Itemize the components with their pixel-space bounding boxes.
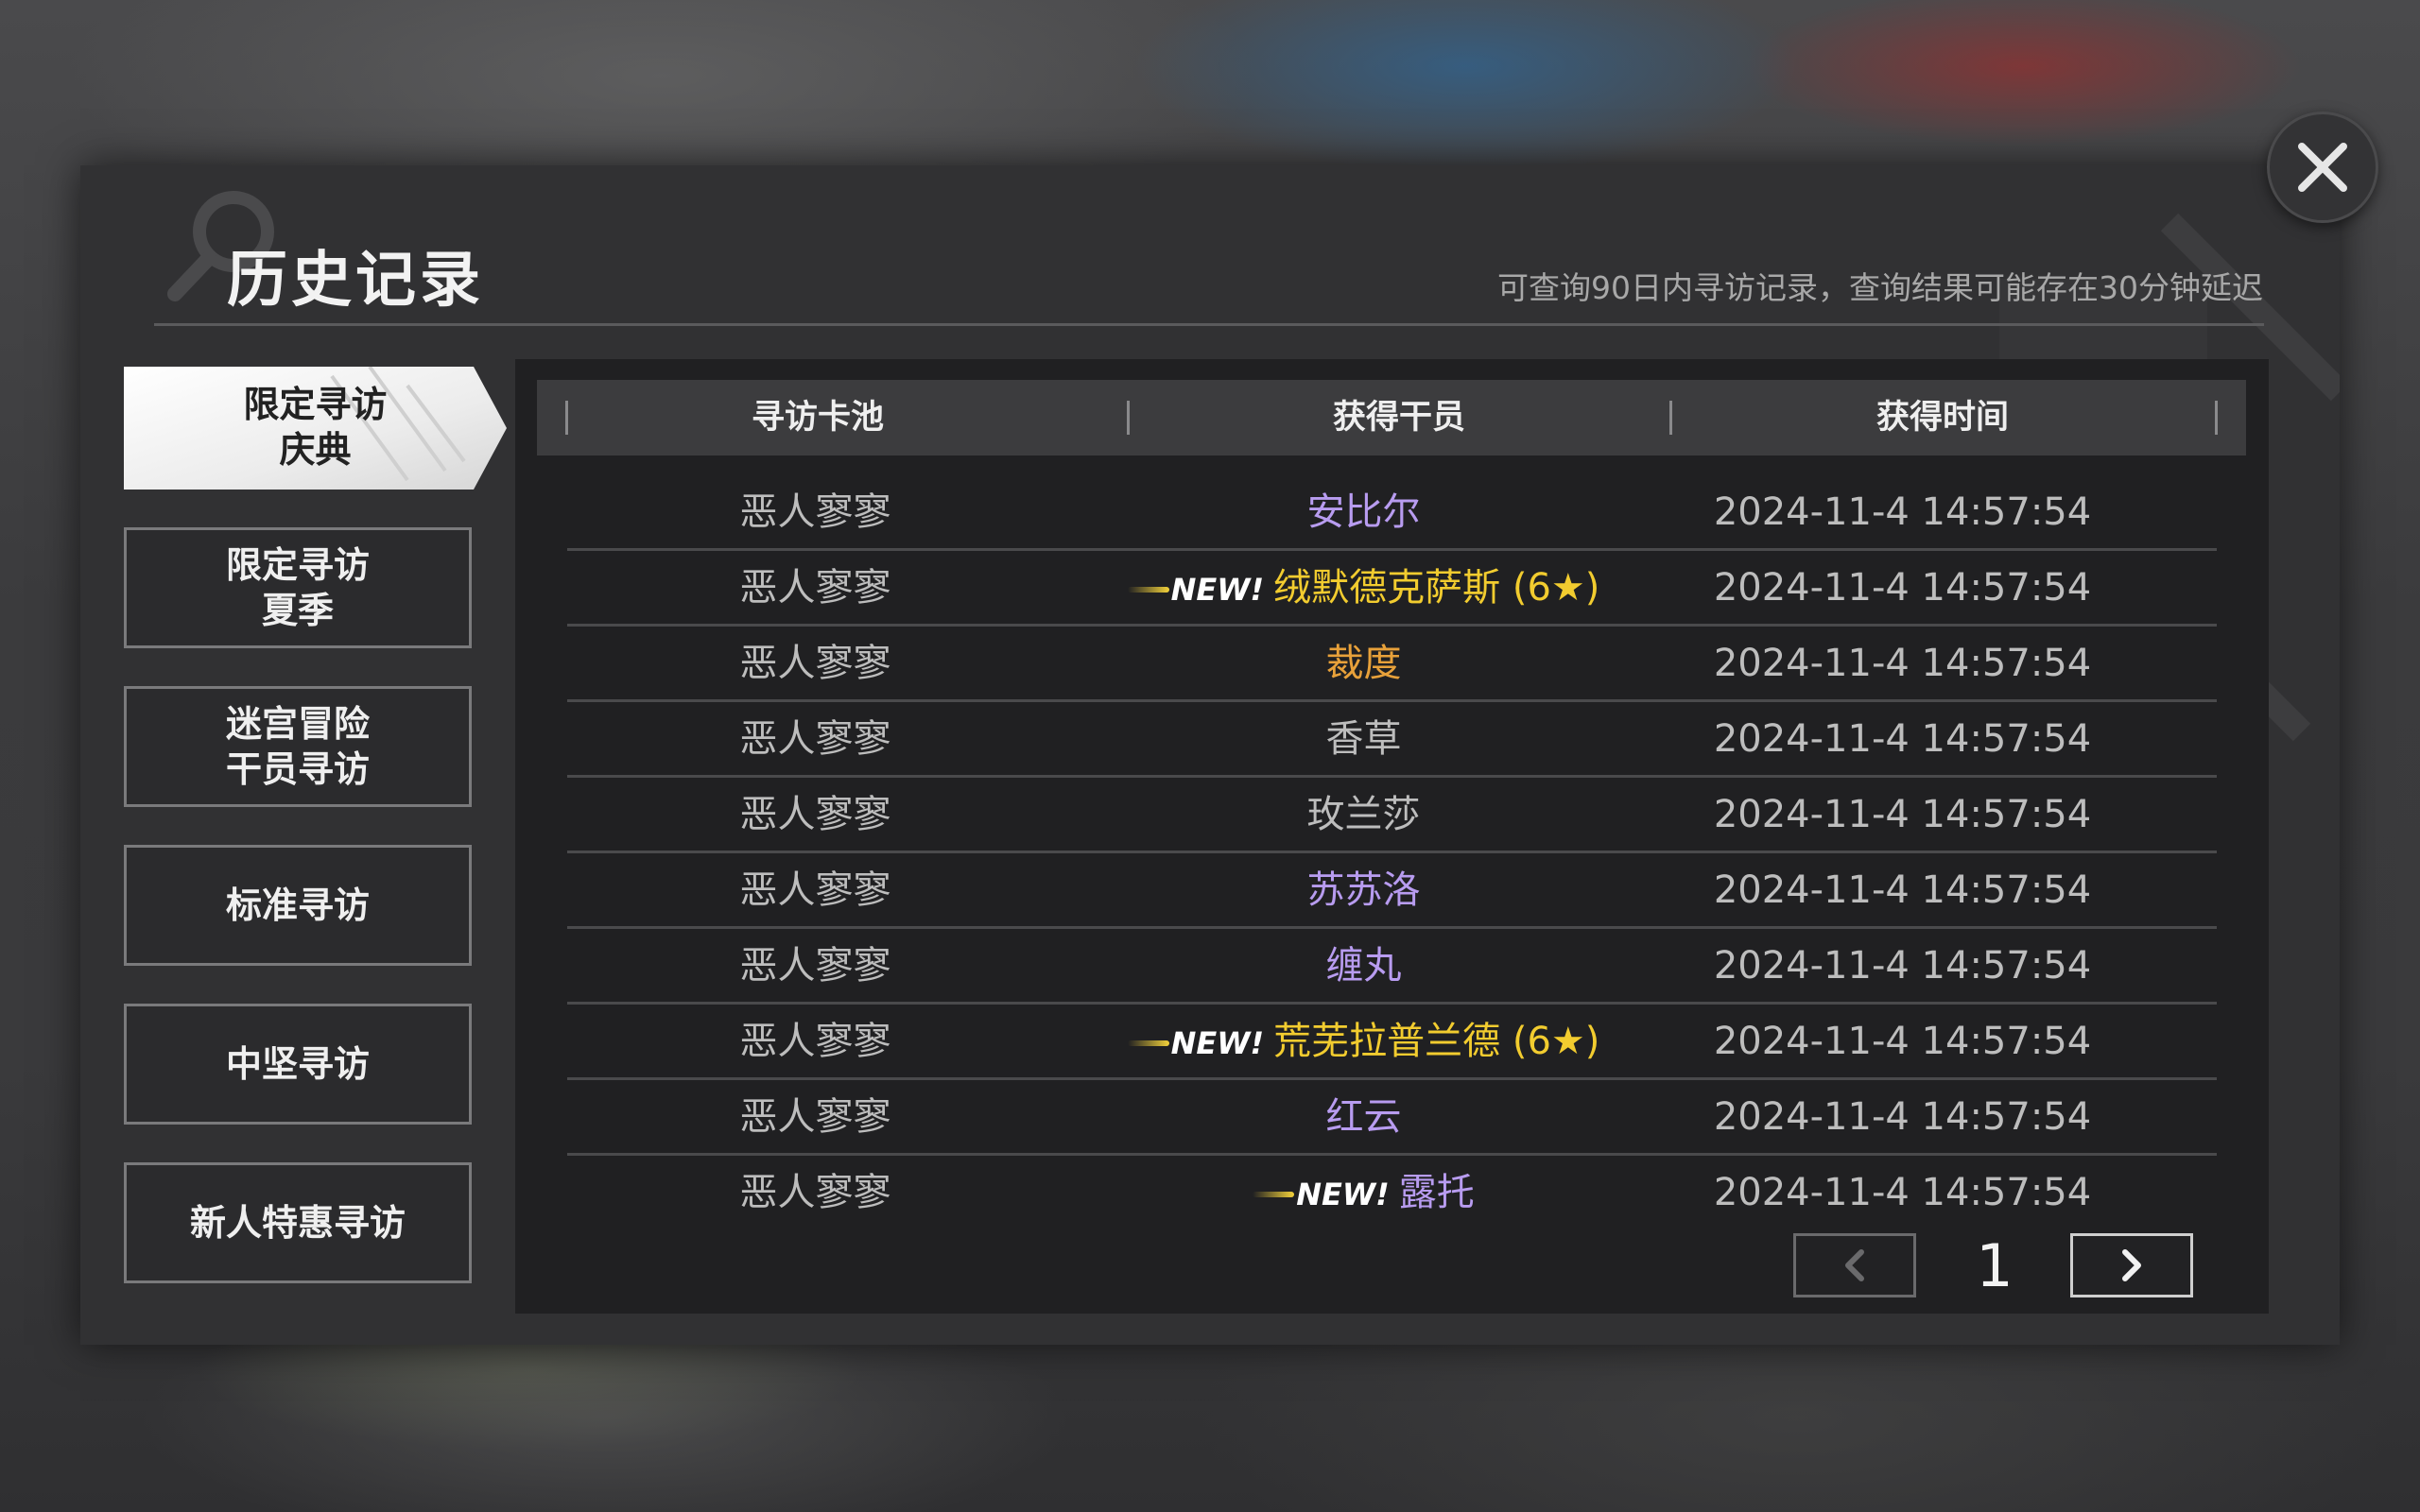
pool-cell: 恶人寥寥	[739, 793, 891, 836]
time-cell: 2024-11-4 14:57:54	[1713, 793, 2092, 836]
pool-cell: 恶人寥寥	[739, 868, 891, 912]
chevron-left-icon	[1845, 1249, 1864, 1281]
operator-cell: 香草	[1115, 701, 1612, 777]
operator-cell: 玫兰莎	[1115, 777, 1612, 852]
current-page-number: 1	[1976, 1231, 2014, 1300]
sidebar-item-newcomer[interactable]: 新人特惠寻访	[124, 1162, 472, 1283]
new-streak-decoration	[1127, 587, 1169, 593]
close-icon	[2298, 143, 2347, 192]
sidebar-item-label: 新人特惠寻访	[189, 1202, 406, 1244]
table-row: 恶人寥寥 裁度 2024-11-4 14:57:54	[567, 626, 2217, 701]
close-button[interactable]	[2267, 112, 2378, 223]
sidebar-item-limited-celebration[interactable]: 限定寻访 庆典	[124, 367, 507, 490]
time-cell: 2024-11-4 14:57:54	[1713, 490, 2092, 534]
column-header-pool: 寻访卡池	[751, 399, 884, 437]
operator-name: 裁度	[1325, 642, 1402, 685]
operator-name: 香草	[1325, 717, 1402, 761]
sidebar-item-label: 限定寻访 庆典	[243, 384, 388, 471]
time-cell: 2024-11-4 14:57:54	[1713, 868, 2092, 912]
title-divider	[154, 323, 2264, 326]
table-row: 恶人寥寥 香草 2024-11-4 14:57:54	[567, 701, 2217, 777]
table-row: 恶人寥寥 安比尔 2024-11-4 14:57:54	[567, 474, 2217, 550]
pool-cell: 恶人寥寥	[739, 1171, 891, 1214]
new-badge: NEW!	[1170, 572, 1265, 608]
header-separator	[1669, 401, 1672, 435]
next-page-button[interactable]	[2070, 1233, 2193, 1297]
sidebar-item-maze-adventure[interactable]: 迷宫冒险 干员寻访	[124, 686, 472, 807]
operator-name: 安比尔	[1306, 490, 1421, 534]
pool-cell: 恶人寥寥	[739, 566, 891, 610]
header-separator	[2215, 401, 2218, 435]
operator-cell: NEW! 荒芜拉普兰德 (6★)	[1115, 1004, 1612, 1079]
pool-cell: 恶人寥寥	[739, 642, 891, 685]
operator-name: 露托	[1398, 1171, 1475, 1214]
page-title: 历史记录	[227, 246, 484, 316]
time-cell: 2024-11-4 14:57:54	[1713, 1171, 2092, 1214]
column-header-operator: 获得干员	[1332, 399, 1465, 437]
column-header-time: 获得时间	[1876, 399, 2009, 437]
operator-cell: 裁度	[1115, 626, 1612, 701]
new-streak-decoration	[1127, 1040, 1169, 1046]
operator-name: 缠丸	[1325, 944, 1402, 988]
sidebar-item-label: 中坚寻访	[225, 1043, 370, 1085]
table-row: 恶人寥寥 NEW! 露托 2024-11-4 14:57:54	[567, 1155, 2217, 1230]
operator-name: 苏苏洛	[1306, 868, 1421, 912]
time-cell: 2024-11-4 14:57:54	[1713, 1020, 2092, 1063]
sidebar-item-label: 标准寻访	[225, 885, 370, 926]
new-streak-decoration	[1253, 1192, 1295, 1197]
time-cell: 2024-11-4 14:57:54	[1713, 1095, 2092, 1139]
pool-cell: 恶人寥寥	[739, 717, 891, 761]
pool-cell: 恶人寥寥	[739, 490, 891, 534]
sidebar-item-standard[interactable]: 标准寻访	[124, 845, 472, 966]
pool-cell: 恶人寥寥	[739, 1020, 891, 1063]
pool-cell: 恶人寥寥	[739, 1095, 891, 1139]
table-row: 恶人寥寥 苏苏洛 2024-11-4 14:57:54	[567, 852, 2217, 928]
time-cell: 2024-11-4 14:57:54	[1713, 566, 2092, 610]
new-badge: NEW!	[1170, 1025, 1265, 1061]
chevron-right-icon	[2122, 1249, 2141, 1281]
table-row: 恶人寥寥 红云 2024-11-4 14:57:54	[567, 1079, 2217, 1155]
time-cell: 2024-11-4 14:57:54	[1713, 717, 2092, 761]
sidebar-item-mid-tier[interactable]: 中坚寻访	[124, 1004, 472, 1125]
new-badge: NEW!	[1296, 1177, 1390, 1212]
operator-name: 绒默德克萨斯 (6★)	[1273, 566, 1600, 610]
table-row: 恶人寥寥 NEW! 绒默德克萨斯 (6★) 2024-11-4 14:57:54	[567, 550, 2217, 626]
table-row: 恶人寥寥 玫兰莎 2024-11-4 14:57:54	[567, 777, 2217, 852]
time-cell: 2024-11-4 14:57:54	[1713, 944, 2092, 988]
operator-cell: 缠丸	[1115, 928, 1612, 1004]
operator-cell: NEW! 绒默德克萨斯 (6★)	[1115, 550, 1612, 626]
operator-cell: 苏苏洛	[1115, 852, 1612, 928]
pool-cell: 恶人寥寥	[739, 944, 891, 988]
time-cell: 2024-11-4 14:57:54	[1713, 642, 2092, 685]
operator-cell: 安比尔	[1115, 474, 1612, 550]
prev-page-button[interactable]	[1793, 1233, 1916, 1297]
operator-name: 荒芜拉普兰德 (6★)	[1273, 1020, 1600, 1063]
operator-name: 玫兰莎	[1306, 793, 1421, 836]
sidebar-item-label: 迷宫冒险 干员寻访	[225, 703, 370, 790]
table-row: 恶人寥寥 NEW! 荒芜拉普兰德 (6★) 2024-11-4 14:57:54	[567, 1004, 2217, 1079]
sidebar-item-limited-summer[interactable]: 限定寻访 夏季	[124, 527, 472, 648]
operator-cell: NEW! 露托	[1115, 1155, 1612, 1230]
query-notice: 可查询90日内寻访记录，查询结果可能存在30分钟延迟	[1497, 269, 2263, 306]
operator-name: 红云	[1325, 1095, 1402, 1139]
operator-cell: 红云	[1115, 1079, 1612, 1155]
table-row: 恶人寥寥 缠丸 2024-11-4 14:57:54	[567, 928, 2217, 1004]
sidebar-item-label: 限定寻访 夏季	[225, 544, 370, 631]
